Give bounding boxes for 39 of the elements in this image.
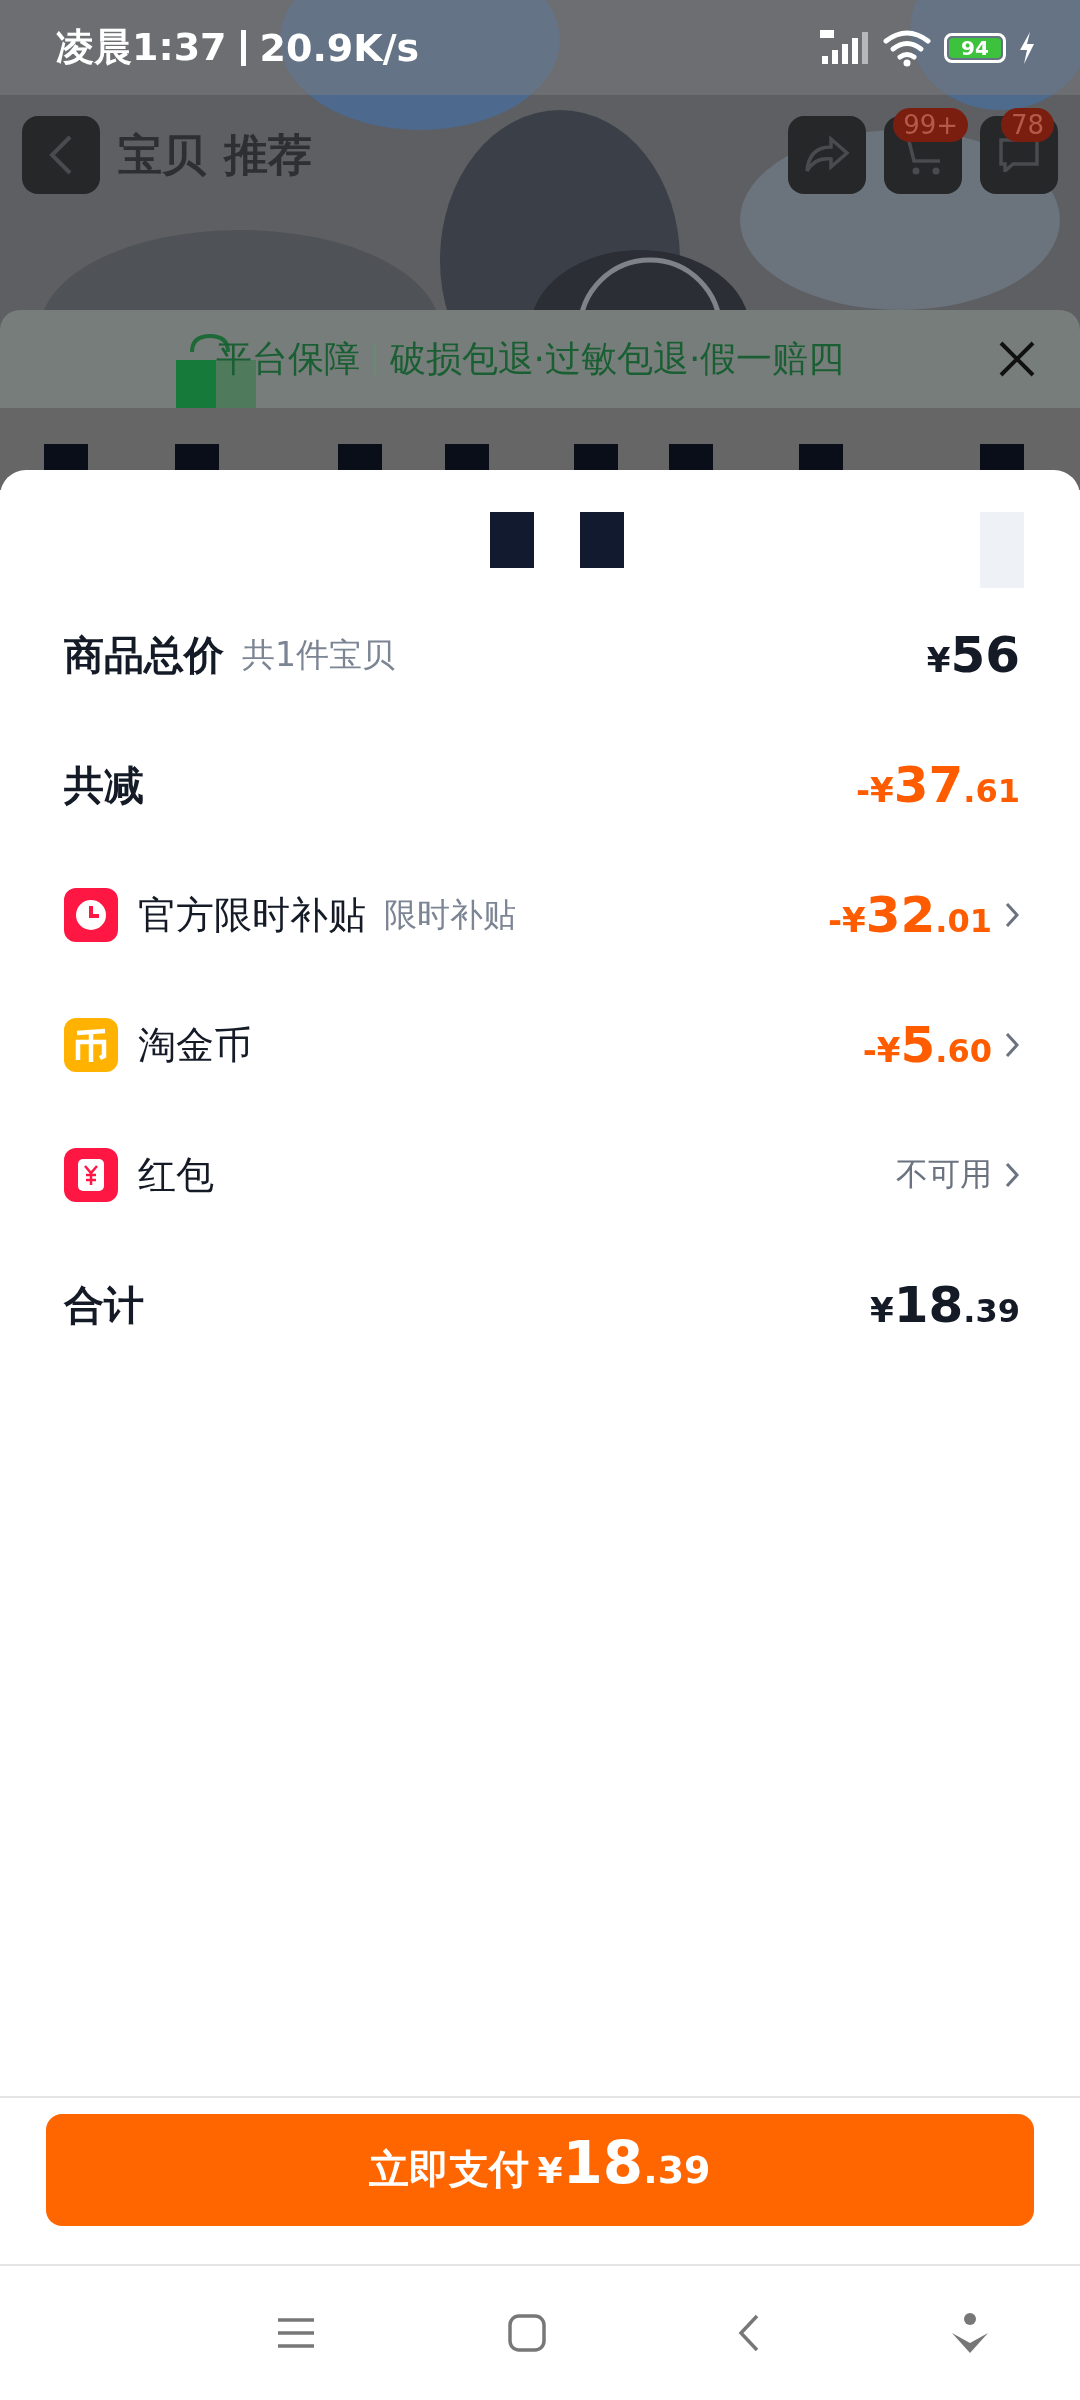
chevron-icon[interactable] <box>1004 901 1020 929</box>
row-amount: -¥37.61 <box>855 756 1020 814</box>
back-icon[interactable] <box>738 2314 760 2352</box>
guarantee-text: 破损包退·过敏包退·假一赔四 <box>389 336 845 381</box>
battery-level: 94 <box>949 37 1001 58</box>
status-time: 凌晨1:37 <box>56 24 227 71</box>
close-icon[interactable] <box>998 340 1036 378</box>
pay-button[interactable]: 立即支付 ¥18.39 <box>46 2114 1034 2226</box>
menu-icon[interactable] <box>276 2317 316 2349</box>
row-label: 共减 <box>64 760 144 810</box>
redaction-block <box>490 512 534 568</box>
row-note: 限时补贴 <box>384 893 516 936</box>
chevron-icon[interactable] <box>1004 1161 1020 1189</box>
cart-badge: 99+ <box>893 108 968 142</box>
network-speed: 20.9K/s <box>259 25 420 70</box>
row-label: 商品总价 <box>64 630 224 680</box>
coin-icon <box>64 1018 118 1072</box>
row-label: 官方限时补贴 <box>138 891 366 939</box>
row-label: 淘金币 <box>138 1021 252 1069</box>
back-button[interactable] <box>22 116 100 194</box>
row-amount: ¥56 <box>926 626 1020 684</box>
wifi-icon <box>882 28 932 67</box>
row-amount: 不可用 <box>896 1154 992 1195</box>
row-amount: -¥5.60 <box>862 1016 992 1074</box>
chevron-icon[interactable] <box>1004 1031 1020 1059</box>
guarantee-title: 平台保障 <box>215 336 360 381</box>
row-label: 红包 <box>138 1151 214 1199</box>
charging-icon <box>1018 31 1036 64</box>
assistant-icon[interactable] <box>952 2313 988 2353</box>
row-amount: ¥18.39 <box>870 1276 1020 1334</box>
share-button[interactable] <box>788 116 866 194</box>
row-amount: -¥32.01 <box>827 886 992 944</box>
row-label: 合计 <box>64 1280 144 1330</box>
share-icon <box>803 135 851 175</box>
redaction-block <box>580 512 624 568</box>
home-icon[interactable] <box>508 2314 546 2352</box>
clock-icon <box>64 888 118 942</box>
row-note: 共1件宝贝 <box>242 633 395 676</box>
envelope-icon <box>64 1148 118 1202</box>
